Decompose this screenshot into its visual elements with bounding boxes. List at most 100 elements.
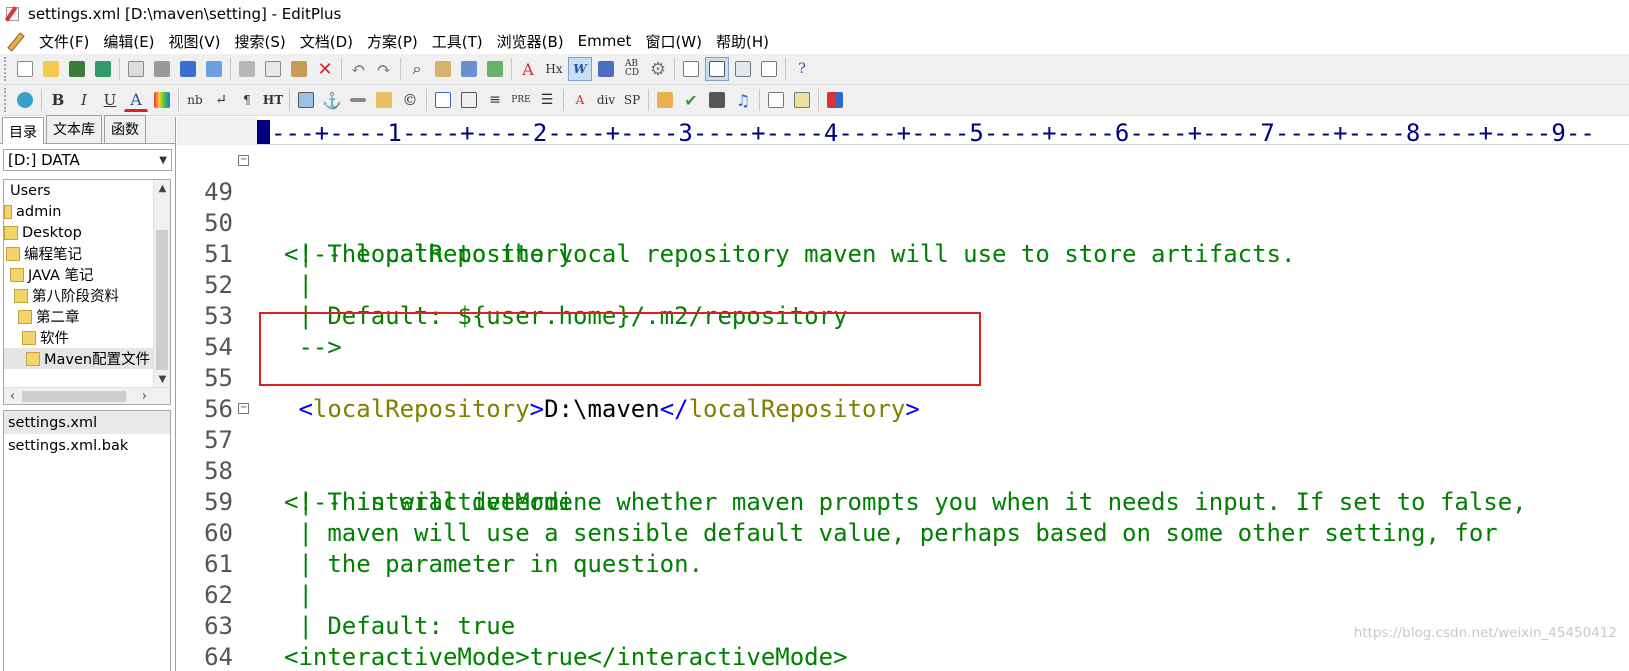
- fold-toggle-icon[interactable]: −: [238, 155, 249, 166]
- frame-icon[interactable]: [764, 88, 788, 112]
- tree-vertical-scrollbar[interactable]: ▲ ▼: [153, 180, 170, 388]
- tree-item-admin[interactable]: admin: [4, 201, 170, 222]
- font-icon[interactable]: A: [516, 57, 540, 81]
- file-item-settings-xml[interactable]: settings.xml: [4, 411, 170, 434]
- save-icon[interactable]: [65, 57, 89, 81]
- browser-preview-icon[interactable]: [202, 57, 226, 81]
- edit-pencil-icon[interactable]: [653, 88, 677, 112]
- validate-check-icon[interactable]: ✔: [679, 88, 703, 112]
- tree-item-software[interactable]: 软件: [4, 327, 170, 348]
- spell-check-icon[interactable]: [176, 57, 200, 81]
- music-note-icon[interactable]: ♫: [731, 88, 755, 112]
- scrollbar-thumb[interactable]: [22, 391, 126, 402]
- div-button[interactable]: div: [594, 88, 618, 112]
- underline-button[interactable]: U: [98, 88, 122, 112]
- tree-item-users[interactable]: Users: [4, 180, 170, 201]
- menu-browser[interactable]: 浏览器(B): [490, 31, 571, 52]
- image-icon[interactable]: [294, 88, 318, 112]
- table-icon[interactable]: [431, 88, 455, 112]
- scroll-right-icon[interactable]: ›: [136, 388, 153, 404]
- menu-edit[interactable]: 编辑(E): [96, 31, 161, 52]
- full-screen-icon[interactable]: [757, 57, 781, 81]
- cut-icon[interactable]: [235, 57, 259, 81]
- form-icon[interactable]: [457, 88, 481, 112]
- context-help-icon[interactable]: ?: [790, 57, 814, 81]
- tab-functions[interactable]: 函数: [104, 115, 146, 143]
- paragraph-button[interactable]: ¶: [235, 88, 259, 112]
- menu-emmet[interactable]: Emmet: [571, 32, 639, 50]
- comment-pen-icon[interactable]: [372, 88, 396, 112]
- toolbar-grip[interactable]: [4, 88, 8, 112]
- drive-select[interactable]: [D:] DATA ▼: [3, 149, 172, 171]
- code-line: 53 -->: [177, 270, 1629, 361]
- menu-help[interactable]: 帮助(H): [709, 31, 776, 52]
- list-icon[interactable]: ☰: [535, 88, 559, 112]
- menu-file[interactable]: 文件(F): [32, 31, 96, 52]
- menu-view[interactable]: 视图(V): [162, 31, 228, 52]
- color-picker-icon[interactable]: [150, 88, 174, 112]
- file-item-settings-xml-bak[interactable]: settings.xml.bak: [4, 434, 170, 457]
- line-break-icon[interactable]: ↵: [209, 88, 233, 112]
- toolbar-grip[interactable]: [4, 57, 8, 81]
- toolbar-options-icon[interactable]: [823, 88, 847, 112]
- tab-directory[interactable]: 目录: [2, 117, 44, 144]
- menu-tools[interactable]: 工具(T): [425, 31, 490, 52]
- menu-project[interactable]: 方案(P): [360, 31, 425, 52]
- scroll-down-icon[interactable]: ▼: [154, 371, 170, 388]
- pre-button[interactable]: PRE: [509, 88, 533, 112]
- menu-document[interactable]: 文档(D): [293, 31, 360, 52]
- preferences-gear-icon[interactable]: ⚙: [646, 57, 670, 81]
- tree-item-stage8[interactable]: 第八阶段资料: [4, 285, 170, 306]
- chevron-down-icon[interactable]: ▼: [159, 155, 167, 166]
- delete-icon[interactable]: ✕: [313, 57, 337, 81]
- hex-viewer-icon[interactable]: Hx: [542, 57, 566, 81]
- print-icon[interactable]: [150, 57, 174, 81]
- scrollbar-thumb[interactable]: [156, 230, 168, 370]
- column-select-icon[interactable]: AB CD: [620, 57, 644, 81]
- horizontal-rule-icon[interactable]: [346, 88, 370, 112]
- layout-icon[interactable]: [790, 88, 814, 112]
- new-file-icon[interactable]: [13, 57, 37, 81]
- menu-search[interactable]: 搜索(S): [228, 31, 293, 52]
- redo-icon[interactable]: ↷: [372, 57, 396, 81]
- bold-button[interactable]: B: [46, 88, 70, 112]
- copy-icon[interactable]: [261, 57, 285, 81]
- tree-horizontal-scrollbar[interactable]: ‹ ›: [4, 387, 170, 404]
- tree-item-notes[interactable]: 编程笔记: [4, 243, 170, 264]
- center-align-icon[interactable]: ≡: [483, 88, 507, 112]
- span-button[interactable]: SP: [620, 88, 644, 112]
- heading-button[interactable]: HT: [261, 88, 285, 112]
- tab-cliptext[interactable]: 文本库: [46, 115, 102, 143]
- word-wrap-icon[interactable]: W: [568, 57, 592, 81]
- output-window-icon[interactable]: [731, 57, 755, 81]
- tree-item-maven-config[interactable]: Maven配置文件: [4, 348, 170, 369]
- font-color-button[interactable]: A: [124, 88, 148, 112]
- tree-item-desktop[interactable]: Desktop: [4, 222, 170, 243]
- replace-icon[interactable]: [431, 57, 455, 81]
- open-folder-icon[interactable]: [39, 57, 63, 81]
- tree-item-chapter2[interactable]: 第二章: [4, 306, 170, 327]
- menu-window[interactable]: 窗口(W): [638, 31, 709, 52]
- italic-button[interactable]: I: [72, 88, 96, 112]
- paste-icon[interactable]: [287, 57, 311, 81]
- tree-item-java-notes[interactable]: JAVA 笔记: [4, 264, 170, 285]
- scroll-up-icon[interactable]: ▲: [154, 180, 170, 197]
- directory-window-icon[interactable]: [679, 57, 703, 81]
- find-in-files-icon[interactable]: [457, 57, 481, 81]
- nbsp-button[interactable]: nb: [183, 88, 207, 112]
- media-film-icon[interactable]: [705, 88, 729, 112]
- code-editor[interactable]: 49 − <!-- localRepository 50 | The path …: [177, 146, 1629, 671]
- goto-line-icon[interactable]: [483, 57, 507, 81]
- fold-toggle-icon[interactable]: −: [238, 403, 249, 414]
- copyright-icon[interactable]: ©: [398, 88, 422, 112]
- indent-icon[interactable]: [594, 57, 618, 81]
- cliptext-window-icon[interactable]: [705, 57, 729, 81]
- undo-icon[interactable]: ↶: [346, 57, 370, 81]
- find-icon[interactable]: ⌕: [405, 57, 429, 81]
- anchor-icon[interactable]: ⚓: [320, 88, 344, 112]
- save-all-icon[interactable]: [91, 57, 115, 81]
- print-preview-icon[interactable]: [124, 57, 148, 81]
- style-button[interactable]: A: [568, 88, 592, 112]
- globe-icon[interactable]: [13, 88, 37, 112]
- scroll-left-icon[interactable]: ‹: [4, 388, 21, 404]
